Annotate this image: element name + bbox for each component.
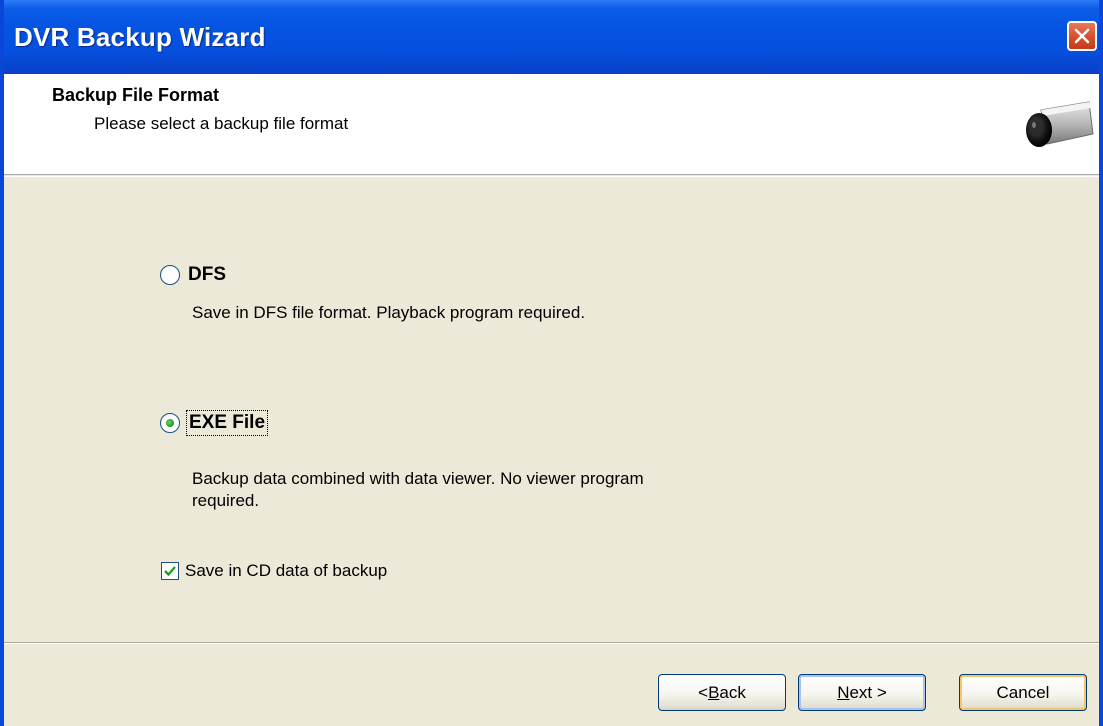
back-button-mnemonic: B: [708, 682, 720, 702]
exe-file-description: Backup data combined with data viewer. N…: [192, 468, 644, 512]
back-button-prefix: <: [698, 682, 709, 702]
wizard-header: Backup File Format Please select a backu…: [4, 74, 1099, 175]
dfs-label: DFS: [188, 264, 226, 285]
exe-file-description-line1: Backup data combined with data viewer. N…: [192, 469, 644, 488]
option-exe-file[interactable]: EXE File: [160, 410, 269, 436]
checkmark-icon: [164, 566, 176, 577]
footer-divider: [4, 642, 1099, 644]
page-subtitle: Please select a backup file format: [94, 114, 349, 133]
dfs-radio[interactable]: [160, 265, 180, 285]
title-bar[interactable]: DVR Backup Wizard: [4, 0, 1099, 74]
back-button[interactable]: < Back: [658, 674, 786, 711]
save-cd-option[interactable]: Save in CD data of backup: [161, 561, 387, 581]
cancel-button[interactable]: Cancel: [959, 674, 1087, 711]
window-title: DVR Backup Wizard: [14, 22, 266, 52]
save-cd-checkbox[interactable]: [161, 562, 179, 580]
wizard-window: DVR Backup Wizard Backup File Format Ple…: [0, 0, 1103, 726]
header-divider: [4, 176, 1099, 177]
dfs-description: Save in DFS file format. Playback progra…: [192, 303, 586, 322]
cancel-button-label: Cancel: [996, 682, 1050, 702]
exe-file-label: EXE File: [185, 410, 269, 436]
back-button-label: ack: [719, 682, 746, 702]
next-button-label: ext >: [849, 682, 887, 702]
option-dfs[interactable]: DFS: [160, 264, 226, 286]
page-title: Backup File Format: [52, 85, 220, 105]
close-icon: [1074, 28, 1090, 44]
exe-file-radio[interactable]: [160, 413, 180, 433]
camera-icon: [1026, 101, 1094, 147]
next-button-mnemonic: N: [837, 682, 850, 702]
exe-file-description-line2: required.: [192, 491, 260, 510]
save-cd-label: Save in CD data of backup: [185, 561, 388, 580]
next-button[interactable]: Next >: [798, 674, 926, 711]
close-button[interactable]: [1067, 21, 1097, 51]
